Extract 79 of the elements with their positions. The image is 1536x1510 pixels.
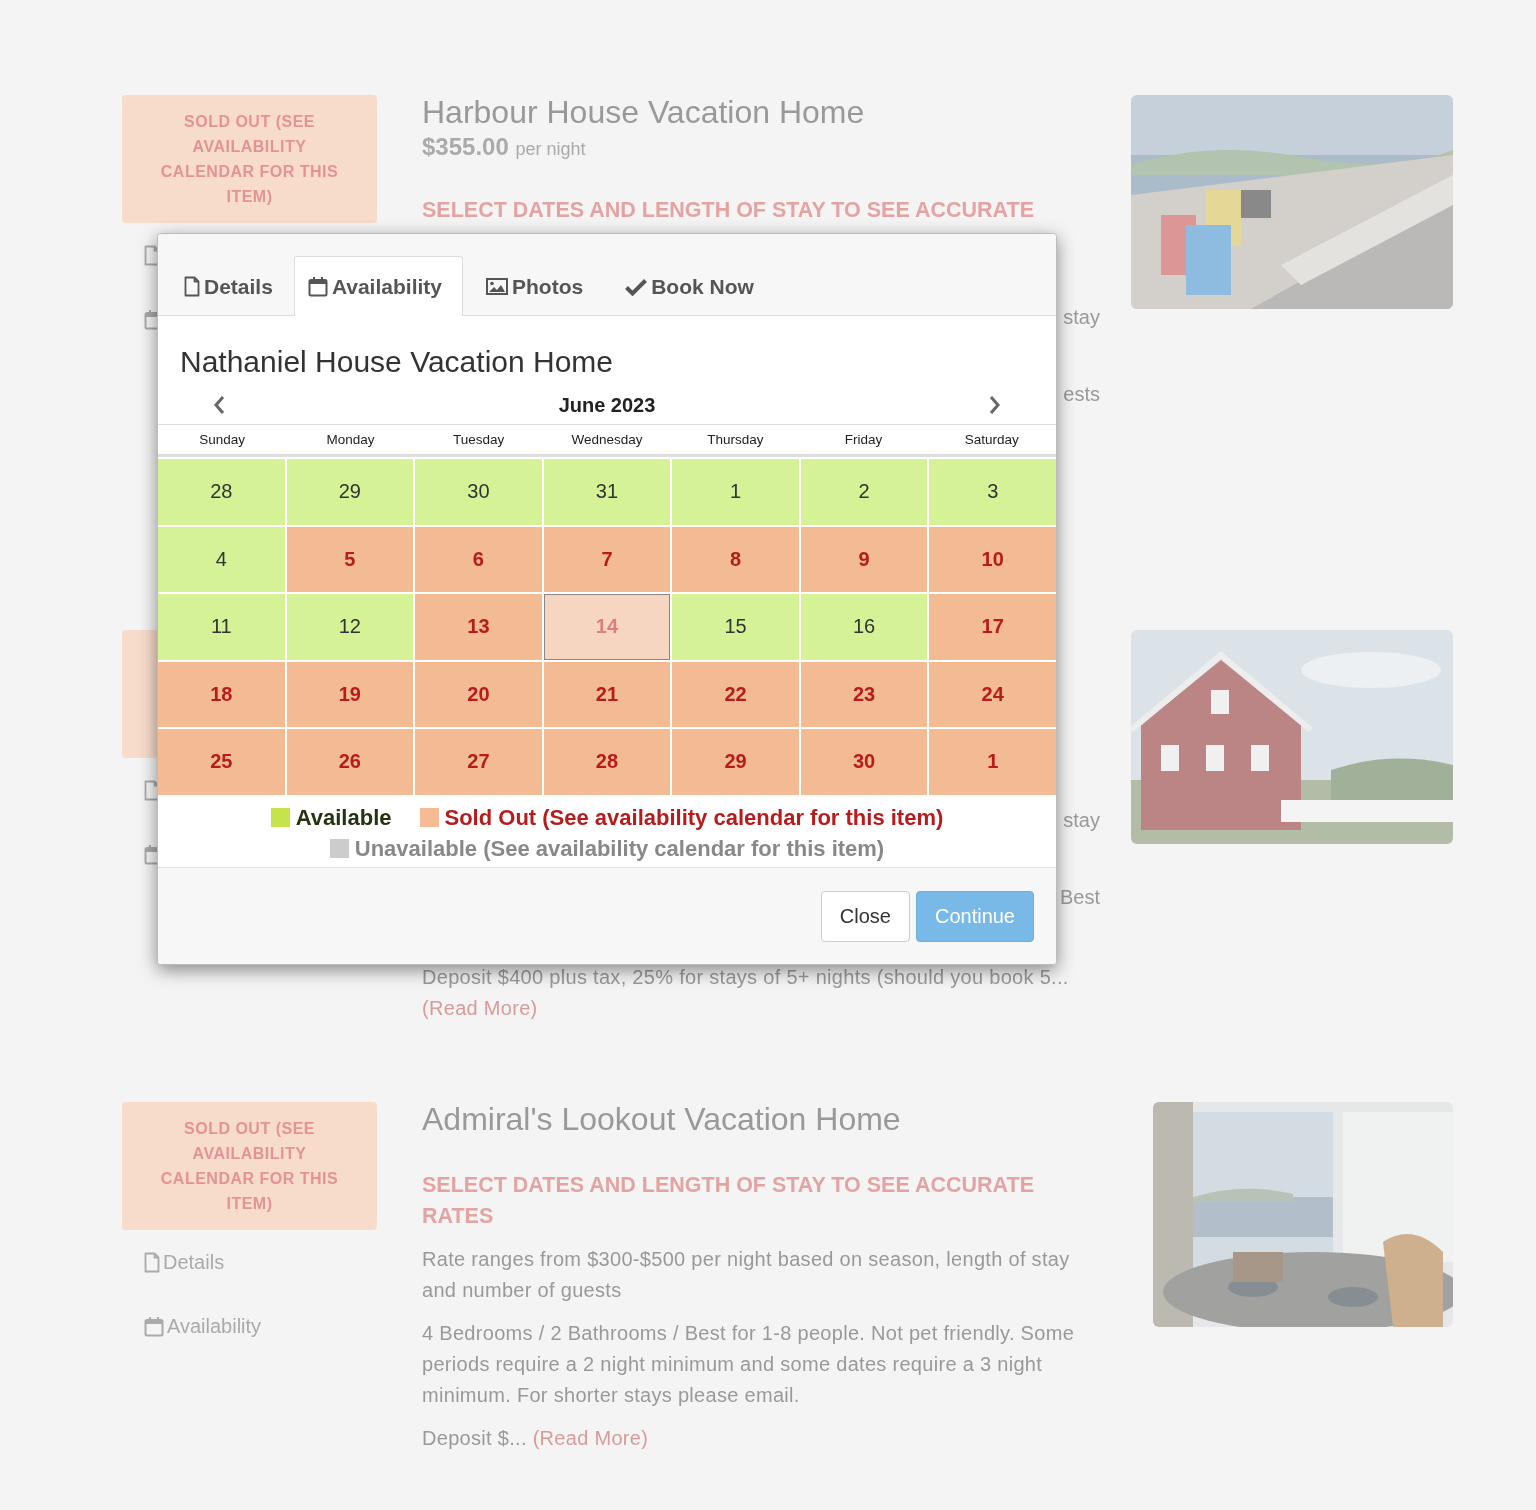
- description-text: 4 Bedrooms / 2 Bathrooms / Best for 1-8 people. Not pet friendly. Some periods require a 2 night minimum and some dates require a 3 night minimum. For shorter stays please email.: [422, 1321, 1076, 1408]
- calendar-day[interactable]: 1: [929, 729, 1056, 795]
- calendar-day[interactable]: 9: [800, 526, 928, 592]
- calendar-day[interactable]: 30: [800, 729, 928, 795]
- weekday-header: Monday: [325, 431, 376, 449]
- price-unit: per night: [515, 139, 586, 159]
- deposit-text: Deposit $...: [422, 1427, 527, 1449]
- tab[interactable]: Details: [170, 256, 294, 316]
- rates-heading: SELECT DATES AND LENGTH OF STAY TO SEE ACCURATE RATES: [422, 1172, 1035, 1230]
- continue-button[interactable]: Continue: [915, 890, 1034, 942]
- weekday-header: Friday: [843, 431, 884, 449]
- calendar-day[interactable]: 3: [929, 459, 1056, 525]
- calendar-day[interactable]: 20: [415, 661, 542, 727]
- calendar-icon: [144, 1315, 164, 1337]
- calendar-day[interactable]: 28: [158, 459, 285, 525]
- modal-title: Nathaniel House Vacation Home: [179, 344, 615, 380]
- calendar-day[interactable]: 6: [415, 526, 542, 592]
- description-text: Rate ranges from $300-$500 per night based on season, length of stay and number of guests: [422, 1247, 1071, 1303]
- calendar-day[interactable]: 14: [543, 594, 671, 660]
- calendar-day[interactable]: 24: [929, 661, 1056, 727]
- tab[interactable]: Availability: [293, 256, 463, 316]
- tab[interactable]: Book Now: [604, 256, 775, 316]
- document-icon: [144, 1251, 160, 1273]
- calendar-day[interactable]: 8: [672, 526, 799, 592]
- document-icon: [184, 276, 200, 297]
- calendar-day[interactable]: 23: [800, 661, 928, 727]
- legend-item: Available: [270, 801, 392, 833]
- sold-out-badge: SOLD OUT (SEE AVAILABILITY CALENDAR FOR THIS ITEM): [122, 95, 377, 223]
- calendar-day[interactable]: 2: [800, 459, 928, 525]
- legend-item: Unavailable (See availability calendar for this item): [329, 832, 885, 864]
- calendar-day[interactable]: 29: [672, 729, 799, 795]
- calendar-day[interactable]: 12: [286, 594, 414, 660]
- availability-link[interactable]: Availability: [144, 1314, 262, 1338]
- rates-heading: SELECT DATES AND LENGTH OF STAY TO SEE ACCURATE: [422, 197, 1035, 224]
- weekday-header: Wednesday: [570, 431, 644, 449]
- month-title: June 2023: [558, 393, 656, 417]
- calendar-day[interactable]: 4: [158, 526, 285, 592]
- calendar-day[interactable]: 16: [800, 594, 928, 660]
- calendar-icon: [307, 276, 328, 297]
- calendar-day[interactable]: 30: [415, 459, 542, 525]
- calendar-day[interactable]: 25: [158, 729, 285, 795]
- checkmark-icon: [625, 277, 648, 296]
- calendar-day[interactable]: 28: [543, 729, 671, 795]
- listing-title: Admiral's Lookout Vacation Home: [422, 1102, 902, 1136]
- calendar-day[interactable]: 11: [158, 594, 285, 660]
- close-button[interactable]: Close: [820, 890, 910, 942]
- details-link[interactable]: Details: [144, 1250, 225, 1274]
- weekday-header: Thursday: [706, 431, 765, 449]
- weekday-header: Saturday: [963, 431, 1020, 449]
- deposit-text: Deposit $400 plus tax, 25% for stays of 5+ nights (should you book 5...: [422, 966, 1069, 988]
- sold-out-badge: SOLD OUT (SEE AVAILABILITY CALENDAR FOR THIS ITEM): [122, 1102, 377, 1230]
- weekday-header: Tuesday: [452, 431, 506, 449]
- description-text: stay: [1063, 306, 1100, 328]
- description-text: Best: [1059, 886, 1100, 908]
- weekday-header: Sunday: [198, 431, 247, 449]
- calendar-day[interactable]: 17: [929, 594, 1056, 660]
- listing-title: Harbour House Vacation Home: [422, 95, 866, 129]
- read-more-link[interactable]: (Read More): [422, 997, 538, 1019]
- calendar-day[interactable]: 27: [415, 729, 542, 795]
- calendar-day[interactable]: 5: [286, 526, 414, 592]
- calendar-day[interactable]: 29: [286, 459, 414, 525]
- calendar-day[interactable]: 26: [286, 729, 414, 795]
- calendar-day[interactable]: 1: [672, 459, 799, 525]
- description-text: ests: [1063, 383, 1100, 405]
- calendar-day[interactable]: 31: [543, 459, 671, 525]
- legend-item: Sold Out (See availability calendar for this item): [419, 801, 944, 833]
- calendar-day[interactable]: 21: [543, 661, 671, 727]
- calendar-day[interactable]: 7: [543, 526, 671, 592]
- calendar-day[interactable]: 18: [158, 661, 285, 727]
- tab[interactable]: Photos: [463, 256, 605, 316]
- calendar-day[interactable]: 13: [415, 594, 542, 660]
- price: $355.00: [422, 133, 509, 160]
- description-text: stay: [1063, 809, 1100, 831]
- calendar-day[interactable]: 10: [929, 526, 1056, 592]
- calendar-day[interactable]: 15: [672, 594, 799, 660]
- read-more-link[interactable]: (Read More): [532, 1427, 649, 1449]
- image-icon: [486, 278, 508, 295]
- calendar-day[interactable]: 19: [286, 661, 414, 727]
- calendar-day[interactable]: 22: [672, 661, 799, 727]
